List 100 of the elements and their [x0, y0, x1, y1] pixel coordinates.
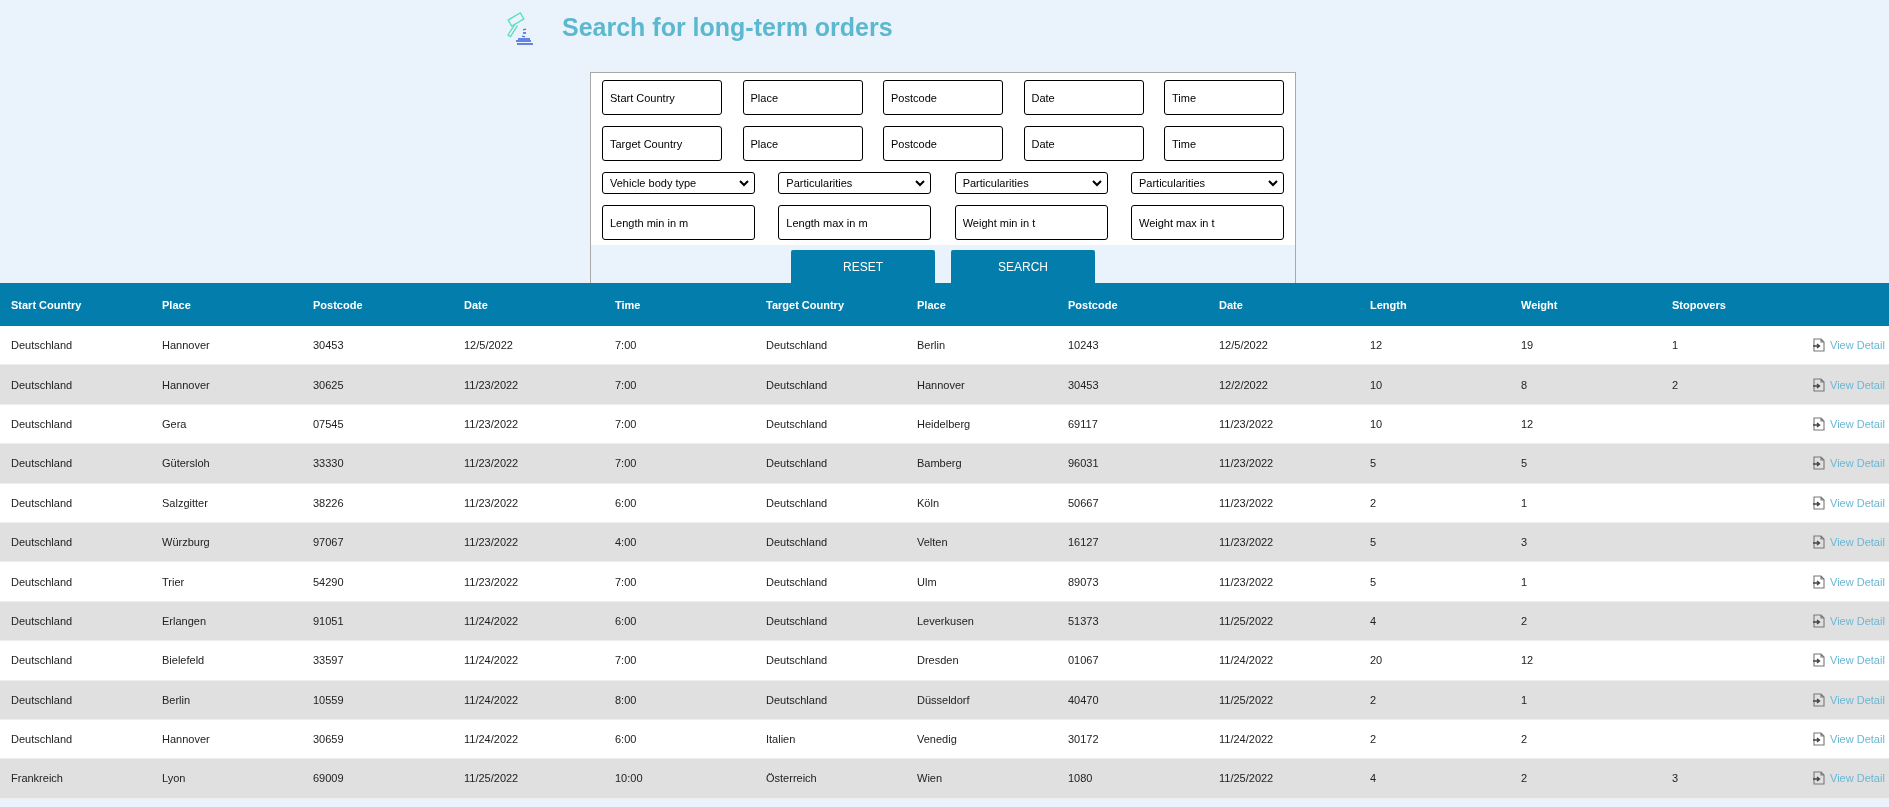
table-cell-text: 12/5/2022 [1218, 339, 1268, 352]
table-cell-text: Deutschland [10, 339, 73, 352]
table-cell-text: Deutschland [765, 417, 828, 430]
table-cell-text: Deutschland [10, 496, 73, 509]
document-arrow-icon [1813, 574, 1825, 589]
view-details-link[interactable]: View Detail [1830, 575, 1885, 588]
table-cell-text: 7:00 [614, 654, 637, 667]
table-cell-text: 30453 [312, 339, 344, 352]
view-details-link[interactable]: View Detail [1830, 693, 1885, 706]
table-cell-text: 7:00 [614, 417, 637, 430]
input-field[interactable]: Place [742, 80, 863, 115]
dropdown[interactable]: Particularities [778, 172, 932, 194]
table-cell-text: Deutschland [765, 654, 828, 667]
table-cell-text: Deutschland [10, 575, 73, 588]
document-arrow-icon [1813, 338, 1825, 353]
table-cell-text: Deutschland [765, 457, 828, 470]
table-cell-text: 7:00 [614, 339, 637, 352]
column-header: Place [161, 298, 191, 311]
table-cell-text: 1 [1520, 575, 1528, 588]
input-field[interactable]: Postcode [883, 80, 1003, 115]
table-cell-text: 07545 [312, 417, 344, 430]
view-details-link[interactable]: View Detail [1830, 733, 1885, 746]
table-cell-text: 89073 [1067, 575, 1099, 588]
table-cell-text: Hannover [161, 339, 210, 352]
document-arrow-icon [1813, 377, 1825, 392]
table-cell-text: 3 [1520, 536, 1528, 549]
table-cell-text: Velten [916, 536, 948, 549]
action-button[interactable]: SEARCH [951, 250, 1095, 283]
table-cell-text: Deutschland [10, 417, 73, 430]
table-cell-text: 30625 [312, 378, 344, 391]
dropdown[interactable]: Particularities [1131, 172, 1284, 194]
view-details-link[interactable]: View Detail [1830, 378, 1885, 391]
table-cell-text: 11/23/2022 [463, 496, 519, 509]
table-cell-text: 33330 [312, 457, 344, 470]
table-cell-text: 69117 [1067, 417, 1098, 430]
table-cell-text: 11/23/2022 [463, 575, 519, 588]
table-cell-text: 5 [1369, 457, 1377, 470]
table-cell-text: 10:00 [614, 772, 643, 785]
column-header: Weight [1520, 298, 1558, 311]
table-cell-text: Deutschland [10, 536, 73, 549]
dropdown[interactable]: Vehicle body type [602, 172, 755, 194]
input-field[interactable]: Date [1023, 126, 1144, 161]
input-field[interactable]: Weight max in t [1131, 205, 1284, 240]
table-cell-text: Erlangen [161, 614, 207, 627]
table-cell-text: 91051 [312, 614, 344, 627]
column-header: Postcode [312, 298, 363, 311]
table-cell-text: 12/5/2022 [463, 339, 513, 352]
input-field[interactable]: Weight min in t [954, 205, 1108, 240]
view-details-link[interactable]: View Detail [1830, 536, 1885, 549]
input-field[interactable]: Target Country [602, 126, 722, 161]
input-field[interactable]: Place [742, 126, 863, 161]
table-cell-text: Gütersloh [161, 457, 210, 470]
action-button[interactable]: RESET [791, 250, 935, 283]
table-cell-text: 20 [1369, 654, 1383, 667]
input-field[interactable]: Time [1164, 126, 1284, 161]
table-cell-text: 7:00 [614, 457, 637, 470]
chevron-down-icon [739, 179, 749, 187]
table-cell-text: Venedig [916, 733, 957, 746]
input-field[interactable]: Date [1023, 80, 1144, 115]
table-cell-text: 51373 [1067, 614, 1099, 627]
table-cell-text: Heidelberg [916, 417, 971, 430]
table-cell-text: Bamberg [916, 457, 962, 470]
table-cell-text: 3 [1671, 772, 1679, 785]
chevron-down-icon [1268, 179, 1278, 187]
column-header: Postcode [1067, 298, 1118, 311]
input-field[interactable]: Length max in m [778, 205, 932, 240]
table-cell-text: 4 [1369, 614, 1377, 627]
view-details-link[interactable]: View Detail [1830, 496, 1885, 509]
table-cell-text: 2 [1369, 496, 1377, 509]
view-details-link[interactable]: View Detail [1830, 417, 1885, 430]
input-field[interactable]: Length min in m [602, 205, 755, 240]
table-cell-text: 8:00 [614, 693, 637, 706]
dropdown[interactable]: Particularities [954, 172, 1108, 194]
table-cell-text: 5 [1369, 536, 1377, 549]
table-cell-text: Leverkusen [916, 614, 974, 627]
view-details-link[interactable]: View Detail [1830, 614, 1885, 627]
input-field[interactable]: Postcode [883, 126, 1003, 161]
table-cell-text: Bielefeld [161, 654, 205, 667]
table-cell-text: Deutschland [765, 339, 828, 352]
table-cell-text: 1 [1520, 496, 1528, 509]
table-cell-text: 38226 [312, 496, 344, 509]
table-cell-text: 11/23/2022 [1218, 417, 1274, 430]
view-details-link[interactable]: View Detail [1830, 772, 1885, 785]
table-cell-text: Deutschland [765, 614, 828, 627]
input-field[interactable]: Time [1164, 80, 1284, 115]
view-details-link[interactable]: View Detail [1830, 339, 1885, 352]
table-cell-text: 97067 [312, 536, 344, 549]
table-cell-text: 4:00 [614, 536, 637, 549]
column-header: Length [1369, 298, 1407, 311]
table-cell-text: Wien [916, 772, 943, 785]
table-cell-text: 10 [1369, 378, 1383, 391]
table-cell-text: Deutschland [765, 378, 828, 391]
view-details-link[interactable]: View Detail [1830, 654, 1885, 667]
input-field[interactable]: Start Country [602, 80, 722, 115]
table-cell-text: 11/23/2022 [1218, 536, 1274, 549]
table-cell-text: 69009 [312, 772, 344, 785]
table-cell-text: 11/23/2022 [463, 417, 519, 430]
column-header: Target Country [765, 298, 845, 311]
view-details-link[interactable]: View Detail [1830, 457, 1885, 470]
table-cell-text: 11/23/2022 [463, 378, 519, 391]
